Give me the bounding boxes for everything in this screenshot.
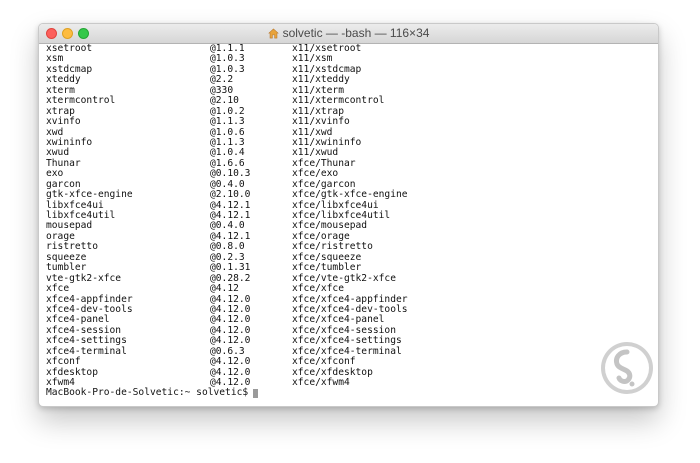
terminal-row: xfce @4.12 xfce/xfce (46, 283, 658, 295)
port-path: xfce/xfconf (292, 356, 356, 368)
solvetic-logo (601, 342, 653, 394)
terminal-row: mousepad @0.4.0 xfce/mousepad (46, 220, 658, 231)
port-name: xvinfo (46, 116, 81, 128)
port-version: @4.12.0 (210, 356, 251, 368)
port-path: xfce/xfce (292, 283, 344, 295)
port-name: xfce (46, 283, 70, 295)
terminal-row: xfconf @4.12.0 xfce/xfconf (46, 356, 658, 368)
port-version: @1.1.3 (210, 116, 245, 128)
title-bar[interactable]: solvetic — -bash — 116×34 (39, 24, 658, 44)
port-name: xfwm4 (46, 377, 75, 388)
port-name: xfconf (46, 356, 81, 368)
port-path: x11/xvinfo (292, 116, 350, 128)
text-cursor (253, 389, 259, 399)
terminal-row: xtrap @1.0.2 x11/xtrap (46, 106, 658, 117)
terminal-window: solvetic — -bash — 116×34 xsetroot @1.1.1… (38, 23, 659, 407)
prompt-line[interactable]: MacBook-Pro-de-Solvetic:~ solvetic$ (46, 387, 658, 399)
terminal-row: xwininfo @1.1.3 x11/xwininfo (46, 137, 658, 148)
terminal-content[interactable]: xsetroot @1.1.1 x11/xsetroot xsm @1.0.3 x11/x… (39, 43, 658, 406)
terminal-row: xvinfo @1.1.3 x11/xvinfo (46, 116, 658, 128)
window-title: solvetic — -bash — 116×34 (282, 26, 430, 40)
terminal-row: Thunar @1.6.6 xfce/Thunar (46, 158, 658, 169)
terminal-row: vte-gtk2-xfce @0.28.2 xfce/vte-gtk2-xfce (46, 273, 658, 284)
terminal-row: xfdesktop @4.12.0 xfce/xfdesktop (46, 367, 658, 378)
port-path: xfce/xfwm4 (292, 377, 350, 388)
port-version: @4.12.0 (210, 377, 251, 388)
window-title-group: solvetic — -bash — 116×34 (39, 24, 658, 43)
port-version: @2.10.0 (210, 189, 251, 201)
terminal-row: gtk-xfce-engine @2.10.0 xfce/gtk-xfce-engi… (46, 189, 658, 201)
terminal-row: xfwm4 @4.12.0 xfce/xfwm4 (46, 377, 658, 388)
terminal-row: xsetroot @1.1.1 x11/xsetroot (46, 43, 658, 54)
terminal-row: xstdcmap @1.0.3 x11/xstdcmap (46, 64, 658, 75)
port-version: @4.12 (210, 283, 239, 295)
port-path: xfce/gtk-xfce-engine (292, 189, 408, 201)
terminal-row: xtermcontrol @2.10 x11/xtermcontrol (46, 95, 658, 106)
terminal-row: xteddy @2.2 x11/xteddy (46, 74, 658, 85)
home-icon (267, 28, 279, 39)
shell-prompt: MacBook-Pro-de-Solvetic:~ solvetic$ (46, 387, 249, 399)
port-name: gtk-xfce-engine (46, 189, 133, 201)
